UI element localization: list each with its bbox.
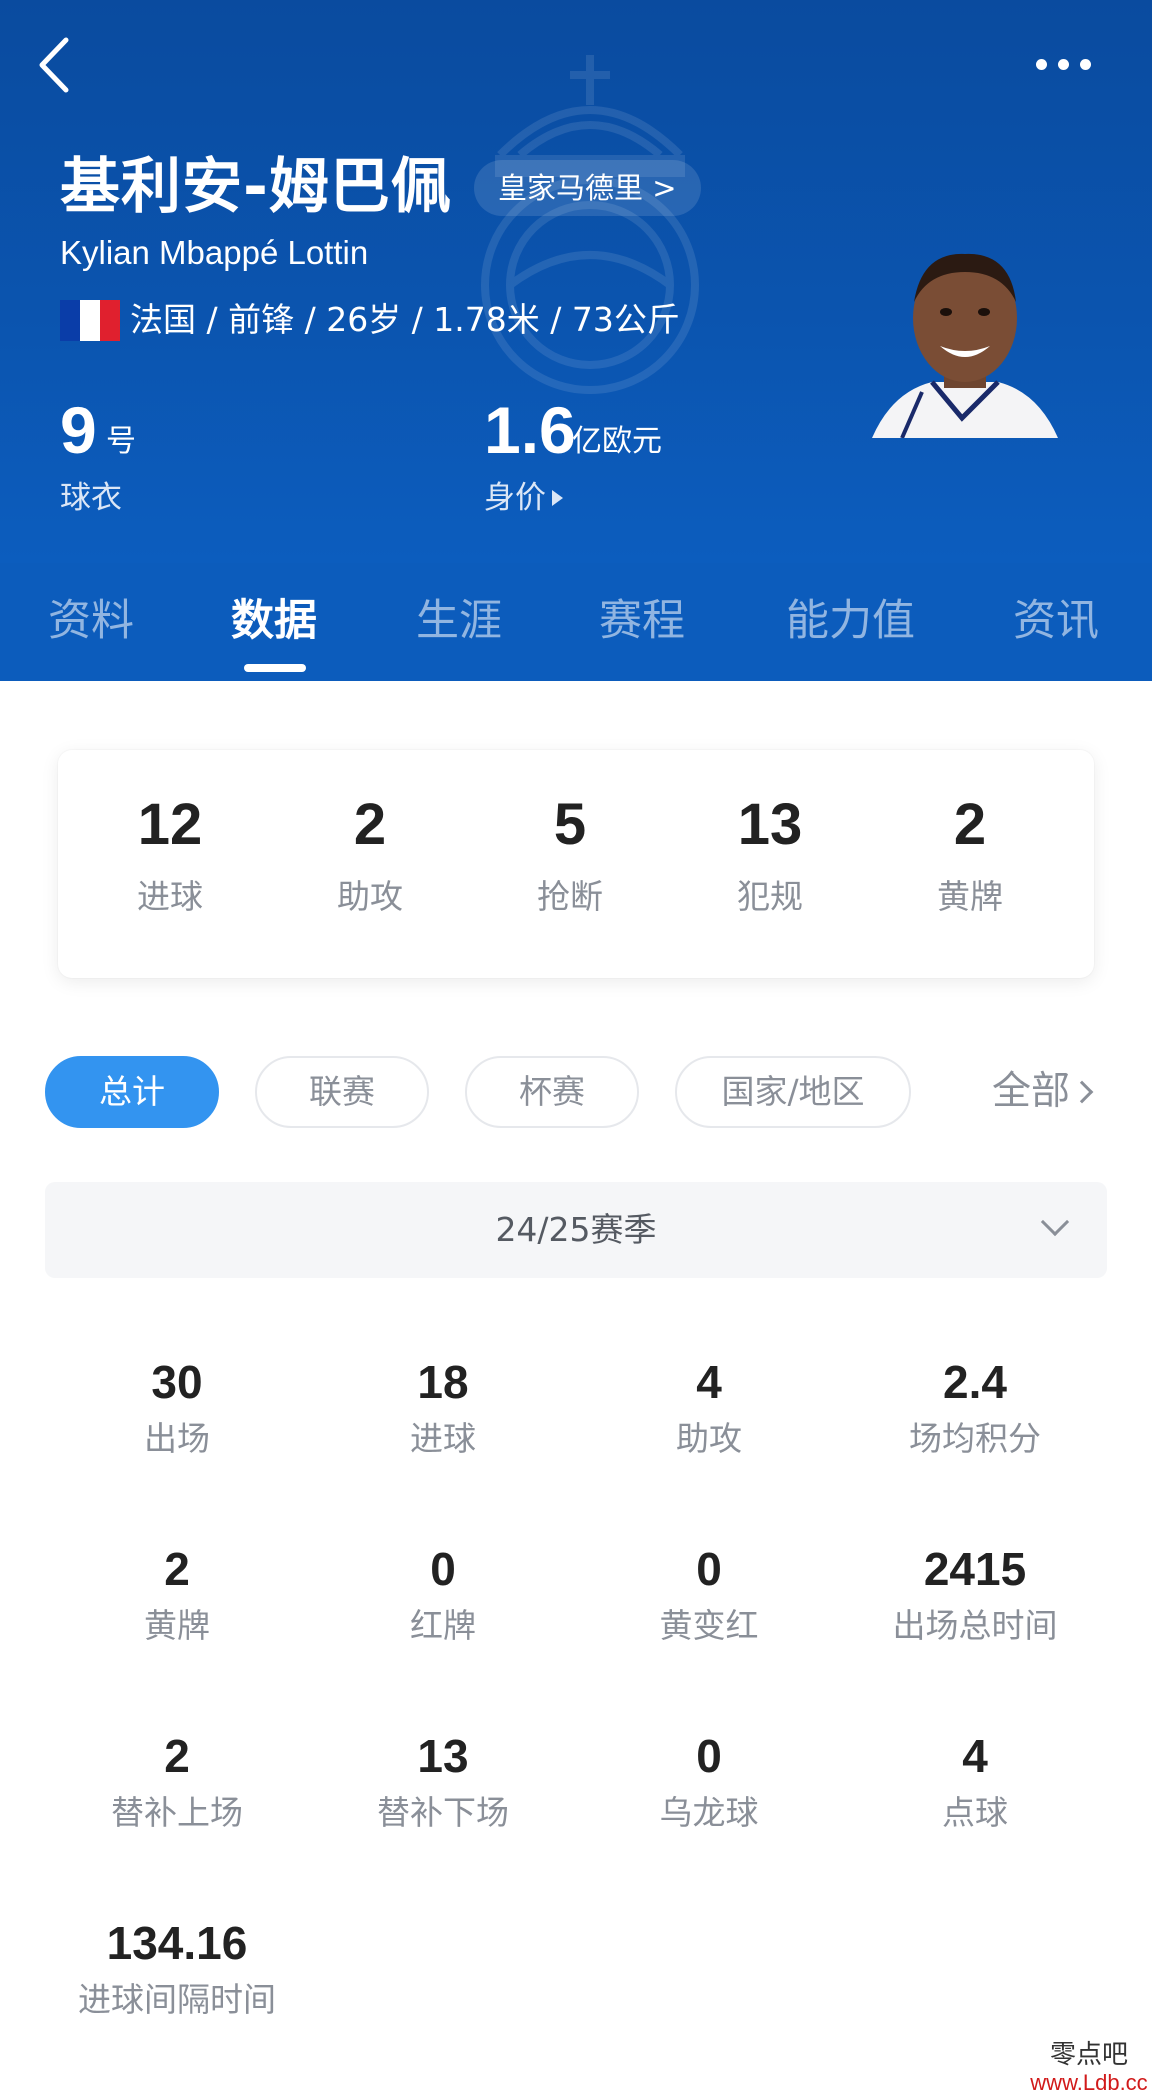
summary-label: 抢断: [537, 877, 603, 916]
summary-value: 12: [137, 792, 203, 857]
stat-label: 出场总时间: [892, 1606, 1058, 1645]
back-arrow-icon[interactable]: [34, 34, 78, 96]
stat-label: 替补上场: [111, 1793, 243, 1832]
all-filters-link[interactable]: 全部: [992, 1064, 1094, 1120]
stat-value: 0: [430, 1543, 456, 1595]
stat-label: 助攻: [676, 1419, 742, 1458]
stat-label: 红牌: [410, 1606, 476, 1645]
watermark-url: www.Ldb.cc: [1030, 2070, 1148, 2095]
market-value-link[interactable]: 身价: [484, 476, 563, 520]
jersey-number: 9: [60, 393, 97, 467]
stat-value: 134.16: [106, 1917, 248, 1969]
stat-goals: 18 进球: [310, 1352, 576, 1462]
active-tab-indicator: [244, 664, 306, 672]
dot-icon: [1058, 58, 1069, 70]
stat-value: 30: [151, 1356, 203, 1408]
filter-chip-cup[interactable]: 杯赛: [465, 1056, 639, 1128]
player-name-cn: 基利安-姆巴佩: [60, 152, 452, 222]
france-flag-icon: [60, 300, 120, 341]
stat-appearances: 30 出场: [44, 1352, 310, 1462]
summary-stats-card: 12 进球 2 助攻 5 抢断 13 犯规 2 黄牌: [58, 750, 1094, 978]
stat-label: 黄变红: [659, 1606, 759, 1645]
summary-value: 2: [353, 792, 387, 857]
stat-minutes-played: 2415 出场总时间: [842, 1539, 1108, 1649]
summary-label: 犯规: [737, 877, 803, 916]
summary-value: 5: [553, 792, 587, 857]
jersey-label: 球衣: [60, 480, 122, 516]
stat-minutes-per-goal: 134.16 进球间隔时间: [44, 1913, 310, 2023]
club-crest-watermark-icon: [481, 55, 699, 394]
summary-goals: 12 进球: [70, 790, 270, 920]
stat-value: 2415: [923, 1543, 1027, 1595]
stat-label: 场均积分: [909, 1419, 1041, 1458]
summary-label: 进球: [137, 877, 203, 916]
market-value-amount: 1.6: [484, 393, 576, 467]
stat-label: 替补下场: [377, 1793, 509, 1832]
stat-value: 4: [962, 1730, 988, 1782]
triangle-right-icon: [552, 490, 563, 506]
player-bio: 法国 / 前锋 / 26岁 / 1.78米 / 73公斤: [130, 300, 680, 339]
chevron-right-icon: [1070, 1080, 1094, 1104]
summary-fouls: 13 犯规: [670, 790, 870, 920]
summary-value: 13: [737, 792, 803, 857]
filter-chip-total[interactable]: 总计: [45, 1056, 219, 1128]
market-value-label: 身价: [484, 480, 546, 516]
stat-yellow-cards: 2 黄牌: [44, 1539, 310, 1649]
stat-second-yellow: 0 黄变红: [576, 1539, 842, 1649]
summary-assists: 2 助攻: [270, 790, 470, 920]
tab-bar: 资料 数据 生涯 赛程 能力值 资讯: [0, 563, 1152, 681]
summary-tackles: 5 抢断: [470, 790, 670, 920]
watermark-site-name: 零点吧: [1049, 2040, 1128, 2070]
tab-ability[interactable]: 能力值: [786, 591, 915, 651]
stat-points-per-game: 2.4 场均积分: [842, 1352, 1108, 1462]
stat-assists: 4 助攻: [576, 1352, 842, 1462]
stat-red-cards: 0 红牌: [310, 1539, 576, 1649]
stat-value: 18: [417, 1356, 469, 1408]
dot-icon: [1036, 58, 1047, 70]
season-dropdown[interactable]: 24/25赛季: [45, 1182, 1107, 1278]
market-value-unit: 亿欧元: [572, 424, 662, 459]
stat-value: 0: [696, 1543, 722, 1595]
more-options-icon[interactable]: [1036, 50, 1106, 78]
dot-icon: [1080, 58, 1091, 70]
tab-career[interactable]: 生涯: [416, 591, 502, 651]
stat-value: 2: [164, 1730, 190, 1782]
site-watermark: 零点吧 www.Ldb.cc: [1026, 2040, 1152, 2095]
stat-label: 点球: [942, 1793, 1008, 1832]
tab-profile[interactable]: 资料: [48, 591, 134, 651]
tab-stats[interactable]: 数据: [231, 591, 317, 651]
tab-news[interactable]: 资讯: [1013, 591, 1099, 651]
stat-sub-on: 2 替补上场: [44, 1726, 310, 1836]
stat-value: 4: [696, 1356, 722, 1408]
stat-label: 出场: [144, 1419, 210, 1458]
filter-chip-national[interactable]: 国家/地区: [675, 1056, 911, 1128]
filter-chip-league[interactable]: 联赛: [255, 1056, 429, 1128]
season-selected: 24/25赛季: [495, 1210, 657, 1249]
stat-sub-off: 13 替补下场: [310, 1726, 576, 1836]
player-avatar: [872, 253, 1058, 438]
stat-own-goals: 0 乌龙球: [576, 1726, 842, 1836]
stat-label: 黄牌: [144, 1606, 210, 1645]
stat-value: 2: [164, 1543, 190, 1595]
team-link-button[interactable]: 皇家马德里 >: [474, 160, 701, 216]
summary-yellow-cards: 2 黄牌: [870, 790, 1070, 920]
jersey-unit: 号: [106, 424, 136, 459]
stat-label: 乌龙球: [659, 1793, 759, 1832]
summary-label: 黄牌: [937, 877, 1003, 916]
stat-label: 进球间隔时间: [78, 1980, 276, 2019]
stat-label: 进球: [410, 1419, 476, 1458]
summary-label: 助攻: [337, 877, 403, 916]
stat-penalties: 4 点球: [842, 1726, 1108, 1836]
all-filters-label: 全部: [992, 1069, 1071, 1114]
stat-value: 0: [696, 1730, 722, 1782]
player-name-en: Kylian Mbappé Lottin: [60, 234, 369, 271]
stat-value: 13: [417, 1730, 469, 1782]
tab-schedule[interactable]: 赛程: [599, 591, 685, 651]
stat-value: 2.4: [943, 1356, 1007, 1408]
summary-value: 2: [953, 792, 987, 857]
player-header: 基利安-姆巴佩 皇家马德里 > Kylian Mbappé Lottin 法国 …: [0, 0, 1152, 563]
